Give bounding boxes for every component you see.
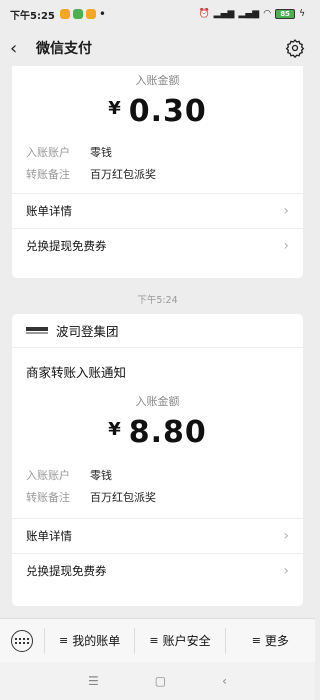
merchant-logo-icon xyxy=(26,326,48,336)
charging-icon: ϟ xyxy=(299,9,305,19)
info-row: 转账备注 百万红包派奖 xyxy=(12,486,303,508)
info-value: 百万红包派奖 xyxy=(90,491,156,504)
menu-my-bills[interactable]: ≡ 我的账单 xyxy=(44,627,134,654)
menu-icon: ≡ xyxy=(251,634,261,647)
info-key: 入账账户 xyxy=(26,146,70,159)
info-value: 百万红包派奖 xyxy=(90,168,156,181)
chevron-right-icon: › xyxy=(283,238,289,254)
info-key: 入账账户 xyxy=(26,469,70,482)
amount: ¥0.30 xyxy=(12,94,303,129)
menu-icon[interactable]: ☰ xyxy=(88,674,99,688)
chevron-right-icon: › xyxy=(283,563,289,579)
dot-icon: • xyxy=(98,7,106,21)
payment-card: 波司登集团 商家转账入账通知 入账金额 ¥8.80 入账账户 零钱 转账备注 百… xyxy=(12,314,303,606)
wifi-icon: ◠ xyxy=(263,9,272,19)
status-icons: ⏰ ▂▄▆ ▂▄▆ ◠ 85 ϟ xyxy=(198,9,305,19)
status-bar: 下午5:25 • ⏰ ▂▄▆ ▂▄▆ ◠ 85 ϟ xyxy=(0,0,315,28)
currency-symbol: ¥ xyxy=(108,419,121,440)
message-timestamp: 下午5:24 xyxy=(137,295,178,306)
free-coupon-link[interactable]: 兑换提现免费券 › xyxy=(12,228,303,263)
menu-icon: ≡ xyxy=(59,634,69,647)
currency-symbol: ¥ xyxy=(108,98,121,119)
back-icon[interactable]: ‹ xyxy=(10,38,32,59)
status-time: 下午5:25 xyxy=(10,10,55,22)
notification-icon xyxy=(59,9,70,19)
chevron-right-icon: › xyxy=(283,528,289,544)
menu-label: 我的账单 xyxy=(72,634,121,648)
amount-value: 0.30 xyxy=(128,94,207,129)
system-nav-bar: ☰ ▢ ‹ xyxy=(0,662,315,700)
link-label: 账单详情 xyxy=(26,204,72,218)
info-row: 入账账户 零钱 xyxy=(12,464,303,486)
battery-icon: 85 xyxy=(275,9,296,19)
menu-label: 账户安全 xyxy=(162,634,211,648)
notification-icon xyxy=(72,9,83,19)
amount: ¥8.80 xyxy=(12,415,303,450)
message-list[interactable]: 入账金额 ¥0.30 入账账户 零钱 转账备注 百万红包派奖 账单详情 › 兑换… xyxy=(0,66,315,618)
info-row: 转账备注 百万红包派奖 xyxy=(12,163,303,185)
menu-account-security[interactable]: ≡ 账户安全 xyxy=(134,627,224,654)
link-label: 账单详情 xyxy=(26,529,72,543)
link-label: 兑换提现免费券 xyxy=(26,239,107,253)
signal-icon: ▂▄▆ xyxy=(238,9,260,19)
info-key: 转账备注 xyxy=(26,491,70,504)
menu-more[interactable]: ≡ 更多 xyxy=(224,627,315,654)
notice-title: 商家转账入账通知 xyxy=(26,365,127,380)
menu-label: 更多 xyxy=(264,634,289,648)
amount-value: 8.80 xyxy=(128,415,207,450)
link-label: 兑换提现免费券 xyxy=(26,564,107,578)
amount-label: 入账金额 xyxy=(135,395,180,408)
navbar: ‹ 微信支付 xyxy=(0,28,315,68)
signal-icon: ▂▄▆ xyxy=(213,9,235,19)
notification-icon xyxy=(85,9,96,19)
chevron-right-icon: › xyxy=(283,203,289,219)
keyboard-icon xyxy=(11,629,33,652)
bottom-menu: ≡ 我的账单 ≡ 账户安全 ≡ 更多 xyxy=(0,618,315,662)
back-icon[interactable]: ‹ xyxy=(222,674,227,688)
menu-icon: ≡ xyxy=(149,634,159,647)
home-icon[interactable]: ▢ xyxy=(155,674,166,688)
alarm-icon: ⏰ xyxy=(198,9,210,19)
merchant-name: 波司登集团 xyxy=(56,324,119,339)
amount-label: 入账金额 xyxy=(135,74,180,87)
bill-details-link[interactable]: 账单详情 › xyxy=(12,193,303,228)
merchant-header[interactable]: 波司登集团 xyxy=(12,314,303,348)
free-coupon-link[interactable]: 兑换提现免费券 › xyxy=(12,553,303,588)
keyboard-toggle-button[interactable] xyxy=(0,629,44,652)
payment-card: 入账金额 ¥0.30 入账账户 零钱 转账备注 百万红包派奖 账单详情 › 兑换… xyxy=(12,66,303,278)
info-value: 零钱 xyxy=(90,469,112,482)
bill-details-link[interactable]: 账单详情 › xyxy=(12,518,303,553)
gear-icon[interactable] xyxy=(285,38,305,58)
info-row: 入账账户 零钱 xyxy=(12,141,303,163)
page-title: 微信支付 xyxy=(36,41,92,57)
info-value: 零钱 xyxy=(90,146,112,159)
info-key: 转账备注 xyxy=(26,168,70,181)
